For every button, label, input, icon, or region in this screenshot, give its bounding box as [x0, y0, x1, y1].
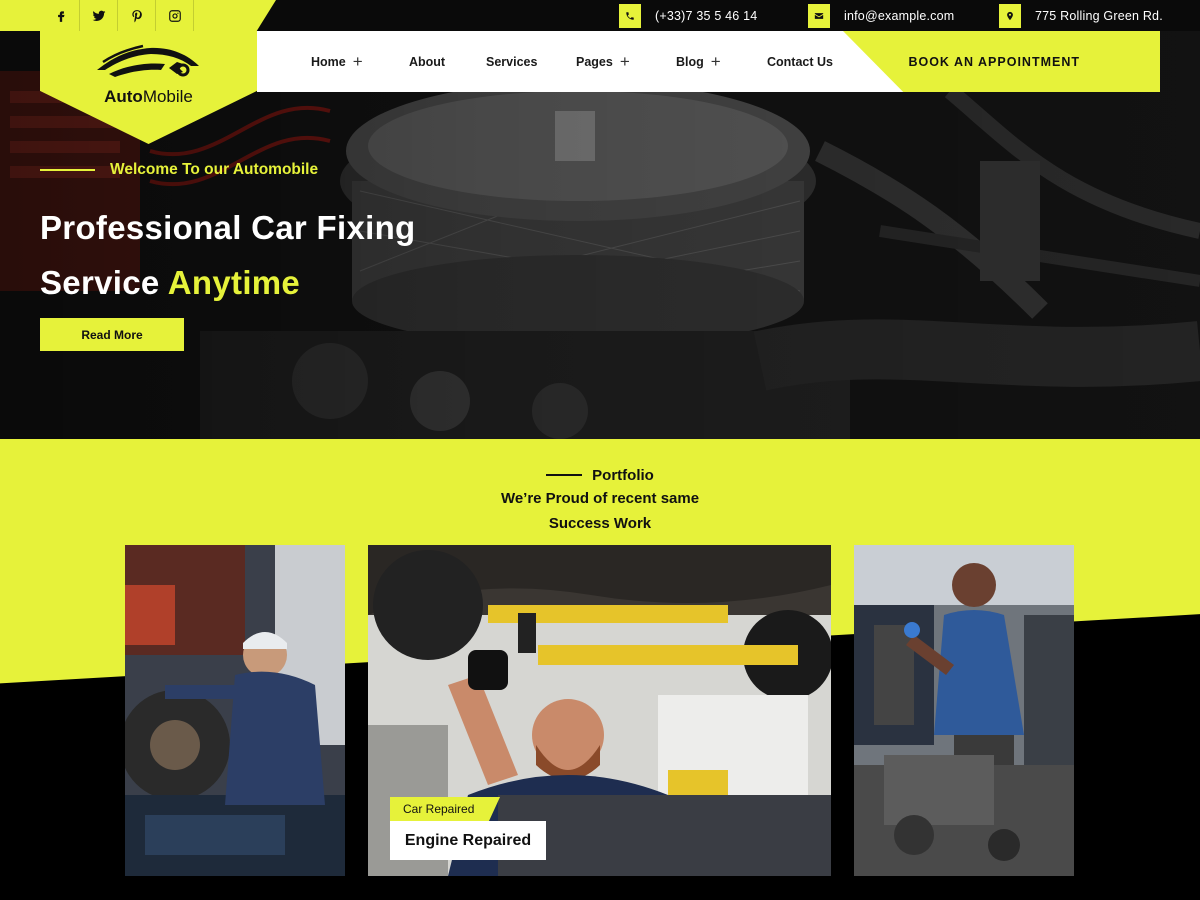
hero-eyebrow: Welcome To our Automobile — [40, 161, 318, 179]
nav-item-pages[interactable]: Pages + — [576, 31, 630, 92]
email-contact[interactable]: info@example.com — [808, 0, 954, 31]
mechanic-wheel-image — [125, 545, 345, 876]
nav-item-label: About — [409, 54, 446, 69]
nav-item-about[interactable]: About — [409, 31, 445, 92]
mechanic-engine-oil-image — [854, 545, 1074, 876]
card-title: Engine Repaired — [390, 821, 546, 860]
phone-icon — [619, 3, 641, 28]
envelope-icon — [808, 3, 830, 28]
portfolio-title-line1: We’re Proud of recent same — [500, 489, 700, 507]
map-pin-icon — [999, 3, 1021, 28]
phone-contact[interactable]: (+33)7 35 5 46 14 — [619, 0, 757, 31]
nav-item-services[interactable]: Services — [486, 31, 537, 92]
nav-item-home[interactable]: Home + — [311, 31, 363, 92]
nav-item-blog[interactable]: Blog + — [676, 31, 721, 92]
portfolio-tag: Portfolio — [546, 467, 654, 484]
pinterest-icon[interactable] — [118, 0, 156, 31]
nav-item-label: Pages — [576, 54, 613, 69]
plus-icon: + — [352, 52, 363, 71]
address-text: 775 Rolling Green Rd. — [1035, 8, 1163, 23]
nav-item-label: Blog — [676, 54, 704, 69]
eyebrow-line — [40, 169, 95, 171]
hero-title-accent: Anytime — [167, 264, 301, 301]
twitter-icon[interactable] — [80, 0, 118, 31]
email-address: info@example.com — [844, 8, 955, 23]
social-links — [0, 0, 276, 31]
nav-item-label: Home — [311, 54, 346, 69]
hero-title-line1: Professional Car Fixing — [40, 209, 416, 246]
plus-icon: + — [710, 52, 721, 71]
portfolio-section: Portfolio We’re Proud of recent same Suc… — [0, 439, 1200, 900]
card-category-badge: Car Repaired — [390, 797, 500, 821]
portfolio-title-line2: Success Work — [548, 514, 652, 532]
read-more-button[interactable]: Read More — [40, 318, 184, 351]
phone-number: (+33)7 35 5 46 14 — [655, 8, 758, 23]
portfolio-tag-text: Portfolio — [592, 466, 654, 484]
facebook-icon[interactable] — [42, 0, 80, 31]
nav-item-label: Services — [486, 54, 538, 69]
nav-item-contact[interactable]: Contact Us — [767, 31, 833, 92]
portfolio-heading: Portfolio We’re Proud of recent same Suc… — [0, 463, 1200, 536]
portfolio-title: We’re Proud of recent same Success Work — [0, 486, 1200, 536]
address-contact[interactable]: 775 Rolling Green Rd. — [999, 0, 1163, 31]
portfolio-card-featured[interactable]: Car Repaired Engine Repaired — [368, 545, 831, 876]
plus-icon: + — [619, 52, 630, 71]
nav-item-label: Contact Us — [767, 54, 833, 69]
portfolio-card-1[interactable] — [125, 545, 345, 876]
tag-line — [546, 474, 583, 476]
hero-title-line2: Service Anytime — [40, 255, 416, 310]
top-bar: (+33)7 35 5 46 14 info@example.com 775 R… — [0, 0, 1200, 31]
car-logo-icon — [97, 44, 199, 77]
portfolio-card-3[interactable] — [854, 545, 1074, 876]
hero-title: Professional Car Fixing Service Anytime — [40, 200, 416, 310]
instagram-icon[interactable] — [156, 0, 194, 31]
eyebrow-text: Welcome To our Automobile — [110, 161, 319, 178]
hero-title-plain: Service — [40, 264, 168, 301]
logo-wordmark: AutoMobile — [104, 87, 193, 106]
